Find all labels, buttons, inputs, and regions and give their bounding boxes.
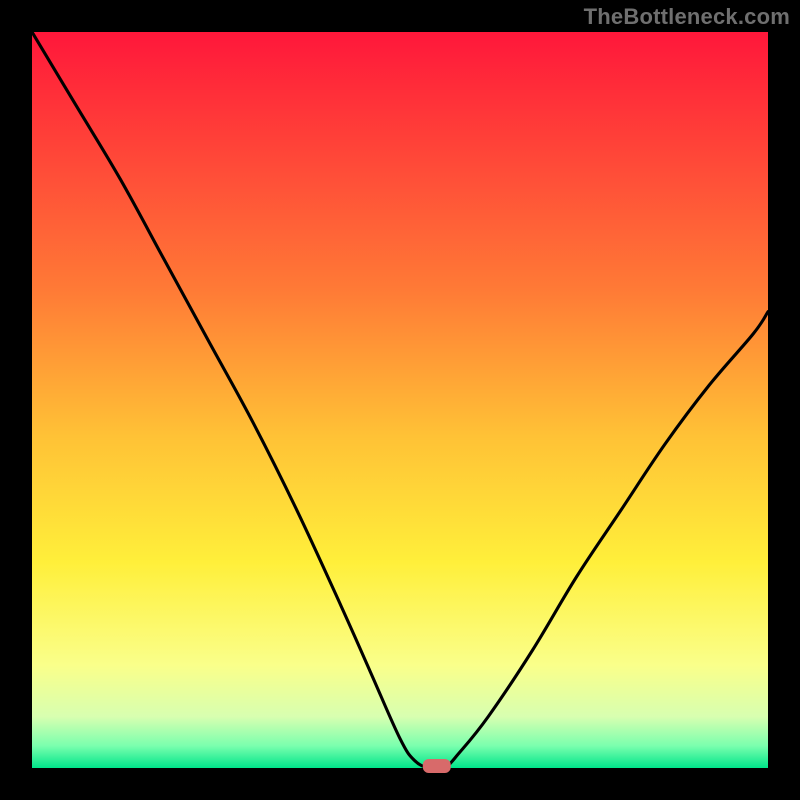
optimum-marker <box>423 759 451 773</box>
chart-gradient-background <box>32 32 768 768</box>
bottleneck-chart <box>0 0 800 800</box>
watermark-text: TheBottleneck.com <box>584 4 790 30</box>
